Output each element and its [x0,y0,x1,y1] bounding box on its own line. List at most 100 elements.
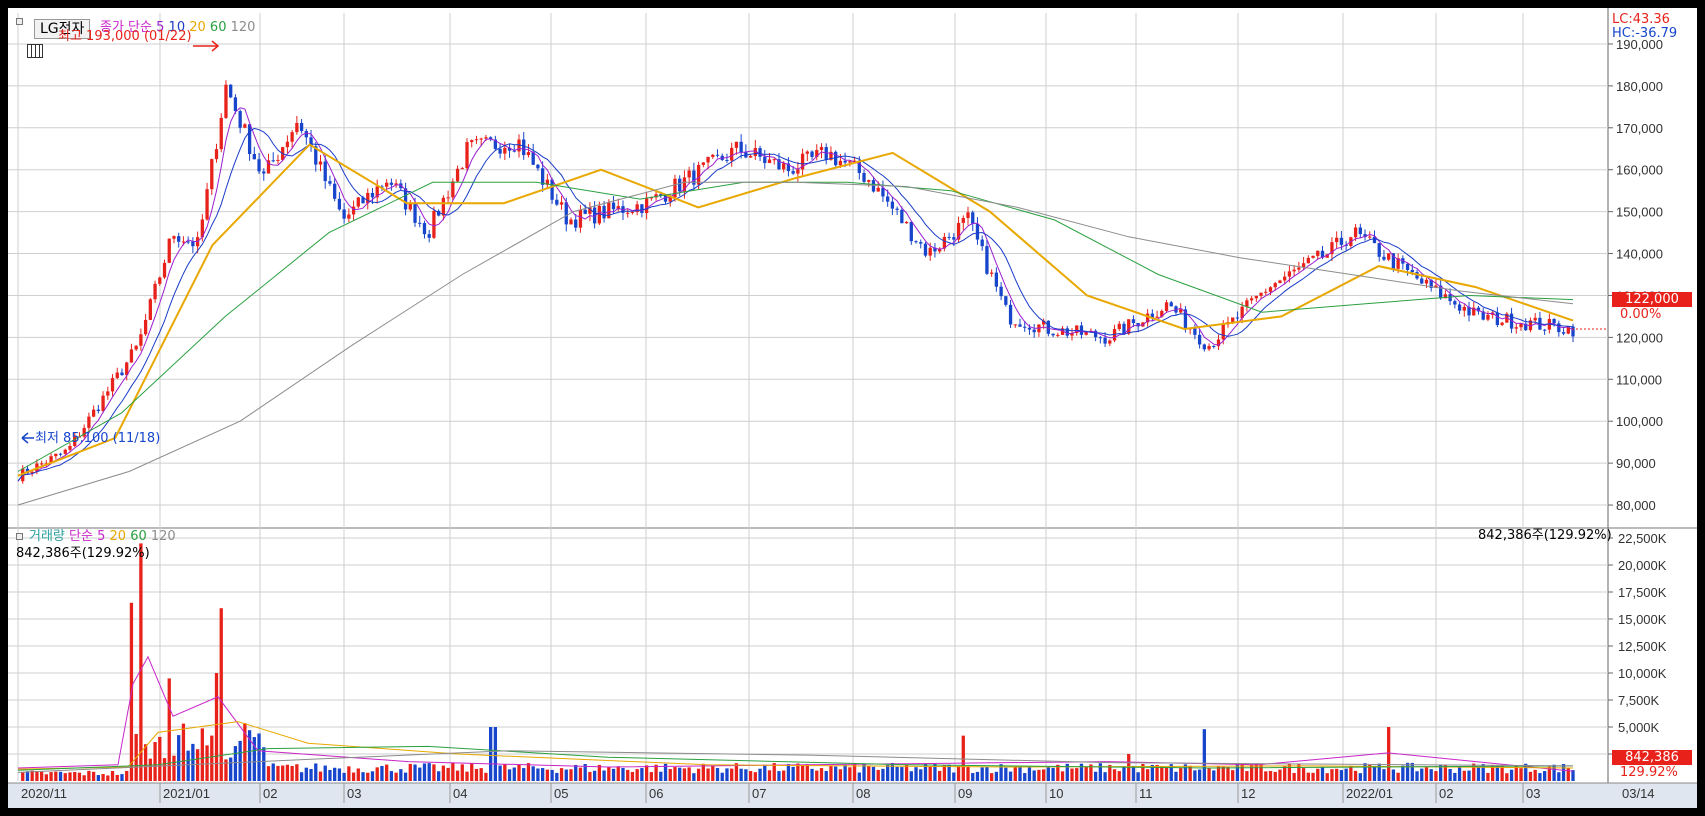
candle-body [1197,334,1202,345]
volume-bar [370,771,375,781]
volume-bar [1018,766,1022,781]
volume-bar [692,773,696,781]
current-volume-tag: 842,386 [1612,750,1692,765]
volume-bar [380,765,384,781]
ma20-label: 20 [189,20,206,35]
ma120-label: 120 [230,20,256,35]
volume-bar [1136,772,1140,781]
candle-body [526,152,531,156]
volume-axis-label: 5,000K [1618,720,1660,735]
candle-body [1008,304,1013,325]
volume-bar [1391,769,1396,781]
candle-body [451,181,455,198]
candle-body [928,247,932,256]
ma10-line [17,127,1574,482]
time-axis-label: 06 [649,786,663,801]
candle-body [1065,328,1069,336]
candle-body [1486,314,1490,320]
candle-body [427,234,431,238]
volume-bar [25,771,30,781]
volume-bar [1174,771,1178,781]
candle-body [276,159,280,161]
candle-body [1004,296,1008,305]
candle-body [1377,243,1381,257]
volume-bar [555,772,559,781]
volume-bar [403,772,408,781]
volume-bar [1060,771,1065,781]
table-icon[interactable] [27,44,43,58]
volume-bar [526,763,531,781]
price-axis-label: 170,000 [1616,121,1663,136]
volume-bar [110,771,115,781]
volume-bar [900,767,904,781]
volume-bar [786,764,791,781]
volume-bar [1112,769,1117,781]
candle-body [1164,302,1169,311]
candle-body [1358,227,1362,235]
volume-bar [493,727,498,781]
hc-value: HC:-36.79 [1612,26,1678,41]
candle-body [1179,309,1183,313]
candle-body [441,197,446,216]
volume-bar [205,745,209,781]
volume-bar [271,763,275,781]
volume-bar [838,769,843,781]
volume-bar [1344,768,1348,781]
volume-bar [1405,762,1410,781]
candle-body [328,181,332,184]
volume-bar [512,767,516,781]
volume-bar [82,775,86,781]
candle-body [1254,295,1258,299]
volume-bar [1131,765,1136,781]
volume-bar [299,772,304,781]
price-axis-label: 110,000 [1616,372,1662,387]
volume-bar [1462,770,1466,781]
volume-bar [337,768,342,781]
volume-bar [1278,769,1282,781]
candle-body [999,286,1003,297]
time-axis-label: 03 [1526,786,1540,801]
volume-bar [1093,771,1098,781]
volume-bar [1212,770,1216,781]
volume-bar [422,763,427,781]
volume-bar [843,765,847,781]
volume-bar [876,769,880,781]
candle-body [474,139,479,141]
low-marker-arrow [21,432,34,444]
volume-bar [106,775,110,781]
candle-body [1514,327,1518,329]
candle-body [1557,323,1561,333]
candle-body [540,168,545,185]
candle-body [791,171,795,174]
volume-bar [971,773,975,781]
candle-body [900,209,904,224]
volume-legend-title: 단순 [69,529,93,544]
volume-bar [1084,766,1088,781]
volume-bar [626,769,630,781]
candle-body [1169,302,1173,307]
volume-bar [342,772,346,781]
time-axis-label: 08 [856,786,870,801]
volume-bar [181,723,186,781]
volume-bar [815,770,819,781]
candle-body [177,236,181,242]
volume-bar [1410,762,1414,781]
volume-bar [162,758,167,781]
candle-body [106,391,110,396]
volume-bar [1533,769,1537,781]
candle-body [1297,267,1301,270]
volume-bar [446,767,450,781]
volume-bar [1387,727,1391,781]
volume-bar [195,749,200,781]
volume-bar [952,772,956,781]
volume-bar [1316,768,1320,781]
volume-bar [408,763,412,781]
volume-bar [460,764,464,781]
volume-bar [559,768,564,781]
volume-bar [1207,767,1211,781]
volume-bar [871,766,876,781]
candle-body [644,198,649,214]
volume-bar [796,763,800,781]
volume-bar [1486,772,1490,781]
candle-body [342,209,346,219]
